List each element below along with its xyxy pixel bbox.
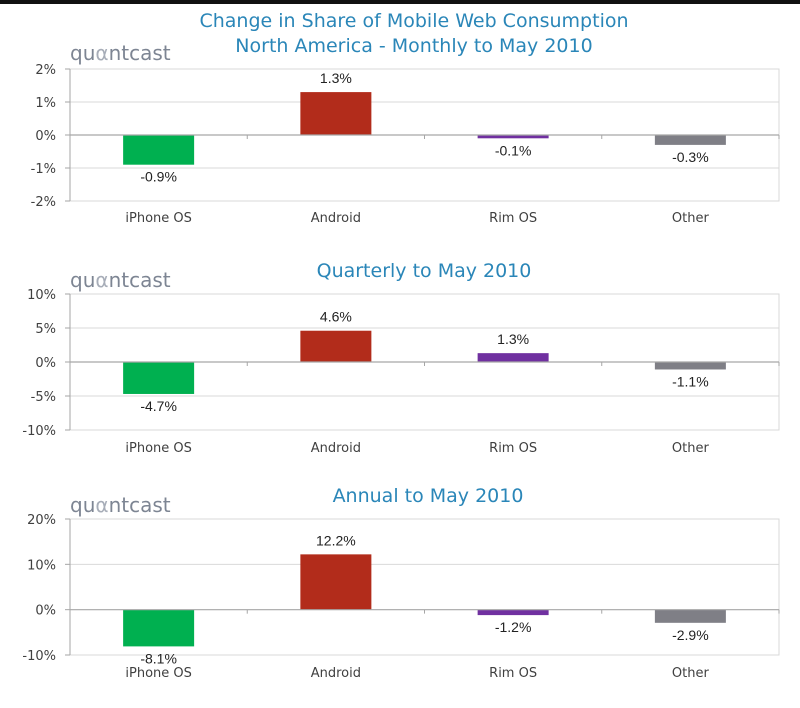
quantcast-logo: quαntcast — [70, 493, 171, 517]
bar-iphone-os — [123, 135, 195, 165]
bar-android — [300, 554, 372, 610]
x-tick-label: Android — [311, 666, 361, 681]
x-tick-label: Rim OS — [489, 441, 537, 456]
data-label: -4.7% — [140, 398, 177, 414]
y-tick-label: 0% — [35, 129, 56, 144]
bar-iphone-os — [123, 609, 195, 647]
data-label: -0.1% — [495, 142, 532, 158]
x-tick-label: iPhone OS — [125, 666, 192, 681]
x-tick-label: iPhone OS — [125, 441, 192, 456]
y-tick-label: -10% — [22, 424, 56, 439]
y-tick-label: -10% — [22, 649, 56, 664]
y-tick-label: 10% — [27, 558, 56, 573]
bar-rim-os — [477, 353, 549, 362]
bar-other — [654, 362, 726, 370]
y-tick-label: 1% — [35, 96, 56, 111]
x-tick-label: Rim OS — [489, 666, 537, 681]
bar-android — [300, 330, 372, 362]
y-tick-label: -1% — [31, 162, 56, 177]
bar-iphone-os — [123, 362, 195, 394]
y-tick-label: -2% — [31, 195, 56, 210]
chart-title: Quarterly to May 2010 — [317, 260, 532, 282]
x-tick-label: Other — [672, 666, 710, 681]
data-label: 12.2% — [316, 532, 356, 548]
data-label: -0.3% — [672, 149, 709, 165]
chart-quarterly: Quarterly to May 2010 quαntcast 10% 5% 0% -5%… — [22, 260, 780, 456]
x-tick-label: iPhone OS — [125, 211, 192, 226]
charts-canvas: Change in Share of Mobile Web Consumptio… — [22, 10, 780, 681]
data-label: 1.3% — [320, 70, 352, 86]
x-tick-label: Rim OS — [489, 211, 537, 226]
y-tick-label: 0% — [35, 356, 56, 371]
data-label: -2.9% — [672, 627, 709, 643]
chart-annual: Annual to May 2010 quαntcast 20% 10% 0% -10% -… — [22, 485, 780, 681]
y-tick-label: 10% — [27, 288, 56, 303]
x-tick-label: Other — [672, 211, 710, 226]
chart-monthly: North America - Monthly to May 2010 quαnt… — [31, 35, 780, 226]
data-label: -0.9% — [140, 169, 177, 185]
chart-title: North America - Monthly to May 2010 — [235, 35, 592, 57]
y-tick-label: 2% — [35, 63, 56, 78]
main-title: Change in Share of Mobile Web Consumptio… — [199, 10, 628, 32]
data-label: -1.1% — [672, 373, 709, 389]
data-label: 1.3% — [497, 331, 529, 347]
quantcast-logo: quαntcast — [70, 41, 171, 65]
data-label: -8.1% — [140, 650, 177, 666]
bar-rim-os — [477, 609, 549, 616]
bar-android — [300, 92, 372, 135]
x-tick-label: Android — [311, 211, 361, 226]
data-label: 4.6% — [320, 309, 352, 325]
chart-title: Annual to May 2010 — [333, 485, 524, 507]
y-tick-label: -5% — [31, 390, 56, 405]
y-tick-label: 0% — [35, 604, 56, 619]
x-tick-label: Android — [311, 441, 361, 456]
bar-other — [654, 609, 726, 623]
x-tick-label: Other — [672, 441, 710, 456]
y-tick-label: 5% — [35, 322, 56, 337]
quantcast-logo: quαntcast — [70, 268, 171, 292]
bar-other — [654, 135, 726, 145]
data-label: -1.2% — [495, 619, 532, 635]
y-tick-label: 20% — [27, 513, 56, 528]
